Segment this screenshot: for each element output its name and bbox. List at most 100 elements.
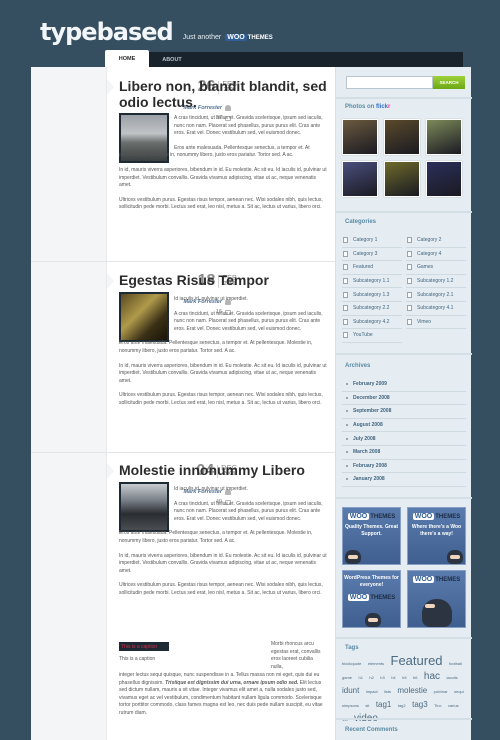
category-item[interactable]: Subcategory 1.1 bbox=[342, 275, 402, 289]
woothemes-ad[interactable]: WOO THEMES bbox=[407, 570, 466, 628]
tag-link[interactable]: varius bbox=[448, 703, 459, 708]
archive-item[interactable]: July 2008 bbox=[342, 432, 466, 446]
tag-link[interactable]: hac bbox=[424, 671, 440, 682]
category-item[interactable]: Subcategory 1.3 bbox=[342, 288, 402, 302]
flickr-photo[interactable] bbox=[342, 119, 378, 155]
widget-divider bbox=[336, 497, 472, 499]
flickr-photo[interactable] bbox=[342, 161, 378, 197]
tag-link[interactable]: sequi bbox=[454, 689, 464, 694]
search-button[interactable]: SEARCH bbox=[433, 76, 465, 89]
category-label[interactable]: Subcategory 4.1 bbox=[417, 305, 453, 311]
tag-link[interactable]: h4 bbox=[391, 675, 395, 680]
archive-label[interactable]: July 2008 bbox=[353, 436, 376, 442]
date-arrow-icon bbox=[107, 79, 114, 95]
post-title[interactable]: Egestas Risus Tempor bbox=[119, 272, 329, 288]
post-title[interactable]: Molestie innonummy Libero bbox=[119, 462, 329, 478]
tag-link[interactable]: simpsons bbox=[342, 703, 359, 708]
folder-icon bbox=[407, 237, 412, 244]
tag-link[interactable]: molestie bbox=[397, 686, 427, 695]
archive-label[interactable]: February 2009 bbox=[353, 381, 387, 387]
archive-item[interactable]: March 2008 bbox=[342, 446, 466, 460]
category-item[interactable]: Category 1 bbox=[342, 234, 402, 248]
category-label[interactable]: Subcategory 2.1 bbox=[417, 292, 453, 298]
category-label[interactable]: Vimeo bbox=[417, 319, 431, 325]
tag-link[interactable]: sit bbox=[365, 703, 369, 708]
category-item[interactable]: Games bbox=[406, 261, 466, 275]
tag-link[interactable]: elements bbox=[368, 661, 384, 666]
archive-label[interactable]: December 2008 bbox=[353, 395, 390, 401]
category-label[interactable]: Category 3 bbox=[353, 251, 377, 257]
category-item[interactable]: Subcategory 1.2 bbox=[406, 275, 466, 289]
post-paragraph: Eros ante malesuada. Pellentesque senect… bbox=[119, 530, 313, 544]
category-label[interactable]: Category 1 bbox=[353, 237, 377, 243]
category-label[interactable]: Games bbox=[417, 264, 433, 270]
archive-label[interactable]: January 2008 bbox=[353, 476, 385, 482]
category-label[interactable]: Subcategory 1.3 bbox=[353, 292, 389, 298]
flickr-photo[interactable] bbox=[384, 119, 420, 155]
woothemes-ad[interactable]: WOO THEMES Quality Themes. Great Support. bbox=[342, 507, 401, 565]
category-item[interactable]: Subcategory 2.1 bbox=[406, 288, 466, 302]
tag-link[interactable]: tag3 bbox=[412, 700, 428, 709]
search-input[interactable] bbox=[346, 76, 433, 89]
category-item[interactable]: Category 3 bbox=[342, 248, 402, 262]
flickr-photo[interactable] bbox=[384, 161, 420, 197]
archive-label[interactable]: August 2008 bbox=[353, 422, 383, 428]
category-label[interactable]: Subcategory 2.2 bbox=[353, 305, 389, 311]
tag-link[interactable]: h5 bbox=[402, 675, 406, 680]
archive-item[interactable]: August 2008 bbox=[342, 419, 466, 433]
category-label[interactable]: Subcategory 1.2 bbox=[417, 278, 453, 284]
tag-link[interactable]: game bbox=[342, 675, 352, 680]
tag-link[interactable]: Tinc bbox=[434, 703, 441, 708]
ad-banners: WOO THEMES Quality Themes. Great Support. W… bbox=[342, 507, 466, 628]
tag-link[interactable]: blockquote bbox=[342, 661, 361, 666]
tag-link[interactable]: h2 bbox=[369, 675, 373, 680]
emphasis-text: Tristique est dignissim dui urna, ornare… bbox=[165, 679, 299, 686]
tag-link[interactable]: lists bbox=[384, 689, 391, 694]
category-item[interactable]: Category 4 bbox=[406, 248, 466, 262]
category-item[interactable]: Subcategory 4.2 bbox=[342, 316, 402, 330]
tag-link[interactable]: Featured bbox=[391, 653, 443, 668]
tag-link[interactable]: football bbox=[449, 661, 462, 666]
post-paragraph: Ultrices vestibulum purus. Egestas risus… bbox=[119, 196, 323, 211]
category-item[interactable]: Subcategory 2.2 bbox=[342, 302, 402, 316]
category-label[interactable]: Subcategory 1.1 bbox=[353, 278, 389, 284]
category-label[interactable]: Subcategory 4.2 bbox=[353, 319, 389, 325]
tab-home[interactable]: HOME bbox=[105, 50, 149, 67]
tag-link[interactable]: tag2 bbox=[398, 703, 406, 708]
category-label[interactable]: Category 4 bbox=[417, 251, 441, 257]
category-label[interactable]: Featured bbox=[353, 264, 373, 270]
flickr-photo[interactable] bbox=[426, 161, 462, 197]
category-item[interactable]: Vimeo bbox=[406, 316, 466, 330]
ad-message: Where there's a Woo there's a way! bbox=[411, 524, 462, 537]
tab-about[interactable]: ABOUT bbox=[152, 52, 192, 67]
woothemes-ad[interactable]: WordPress Themes for everyone! WOO THEMES bbox=[342, 570, 401, 628]
flickr-logo[interactable]: flick bbox=[376, 104, 388, 110]
site-logo[interactable]: typebased bbox=[40, 20, 174, 44]
tag-link[interactable]: impact bbox=[366, 689, 378, 694]
archive-label[interactable]: March 2008 bbox=[353, 449, 380, 455]
archive-item[interactable]: February 2008 bbox=[342, 460, 466, 474]
archive-item[interactable]: September 2008 bbox=[342, 405, 466, 419]
category-item[interactable]: Subcategory 4.1 bbox=[406, 302, 466, 316]
tag-link[interactable]: idunt bbox=[342, 686, 359, 695]
category-label[interactable]: YouTube bbox=[353, 332, 373, 338]
post-title[interactable]: Libero non, blandit blandit, sed odio le… bbox=[119, 78, 329, 110]
tag-link[interactable]: iaculis bbox=[446, 675, 457, 680]
woothemes-ad[interactable]: WOO THEMES Where there's a Woo there's a w… bbox=[407, 507, 466, 565]
archive-item[interactable]: February 2009 bbox=[342, 378, 466, 392]
archive-item[interactable]: January 2008 bbox=[342, 473, 466, 487]
tag-link[interactable]: h1 bbox=[358, 675, 362, 680]
category-item[interactable]: YouTube bbox=[342, 329, 402, 343]
archive-label[interactable]: February 2008 bbox=[353, 463, 387, 469]
archive-item[interactable]: December 2008 bbox=[342, 392, 466, 406]
archive-label[interactable]: September 2008 bbox=[353, 408, 391, 414]
tag-link[interactable]: pulvinar bbox=[434, 689, 448, 694]
category-label[interactable]: Category 2 bbox=[417, 237, 441, 243]
category-item[interactable]: Category 2 bbox=[406, 234, 466, 248]
woo-logo-part: WOO bbox=[412, 576, 435, 583]
tag-link[interactable]: tag1 bbox=[376, 700, 392, 709]
tag-link[interactable]: h3 bbox=[380, 675, 384, 680]
category-item[interactable]: Featured bbox=[342, 261, 402, 275]
tag-link[interactable]: h6 bbox=[413, 675, 417, 680]
flickr-photo[interactable] bbox=[426, 119, 462, 155]
